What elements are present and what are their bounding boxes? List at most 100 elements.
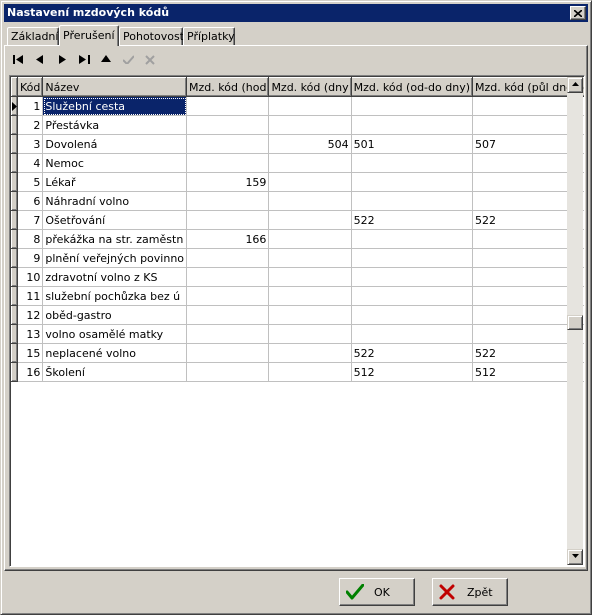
cell-hod[interactable] [186,115,270,135]
cell-od-do[interactable]: 522 [351,210,474,230]
column-header-dny[interactable]: Mzd. kód (dny [268,77,352,97]
cell-dny[interactable] [268,343,352,363]
cell-hod[interactable]: 159 [186,172,270,192]
cell-kod[interactable]: 3 [17,134,44,154]
cell-nazev[interactable]: plnění veřejných povinno [42,248,188,268]
cell-dny[interactable] [268,248,352,268]
scroll-up-button[interactable] [567,77,583,93]
cell-kod[interactable]: 8 [17,229,44,249]
table-row[interactable]: 12 oběd-gastro [11,305,584,325]
table-row[interactable]: 10 zdravotní volno z KS [11,267,584,287]
cell-nazev[interactable]: zdravotní volno z KS [42,267,188,287]
table-row[interactable]: 11 služební pochůzka bez ú [11,286,584,306]
cell-nazev[interactable]: oběd-gastro [42,305,188,325]
title-bar[interactable]: Nastavení mzdových kódů [4,4,588,22]
cell-hod[interactable] [186,153,270,173]
cell-kod[interactable]: 6 [17,191,44,211]
cell-dny[interactable] [268,172,352,192]
cell-hod[interactable] [186,96,270,116]
column-header-kod[interactable]: Kód [16,77,44,97]
cell-hod[interactable]: 166 [186,229,270,249]
cell-hod[interactable] [186,248,270,268]
cell-nazev[interactable]: Lékař [42,172,188,192]
cell-nazev[interactable]: neplacené volno [42,343,188,363]
cell-kod[interactable]: 4 [17,153,44,173]
cell-nazev[interactable]: Školení [42,362,188,382]
first-record-button[interactable] [7,50,29,70]
cell-od-do[interactable]: 512 [351,362,474,382]
cell-nazev[interactable]: Nemoc [42,153,188,173]
cell-od-do[interactable] [351,267,474,287]
cell-nazev[interactable]: Náhradní volno [42,191,188,211]
cell-kod[interactable]: 11 [17,286,44,306]
table-row[interactable]: 2 Přestávka [11,115,584,135]
cell-hod[interactable] [186,267,270,287]
cell-dny[interactable] [268,267,352,287]
scroll-down-button[interactable] [567,549,583,565]
tab-preruseni[interactable]: Přerušení [59,25,119,46]
cell-od-do[interactable] [351,229,474,249]
cell-dny[interactable] [268,362,352,382]
table-row[interactable]: 9 plnění veřejných povinno [11,248,584,268]
cell-od-do[interactable] [351,153,474,173]
table-row[interactable]: 5 Lékař 159 [11,172,584,192]
cell-od-do[interactable] [351,115,474,135]
table-row[interactable]: 8 překážka na str. zaměstn 166 [11,229,584,249]
column-header-nazev[interactable]: Název [42,77,188,97]
cell-kod[interactable]: 10 [17,267,44,287]
tab-priplatky[interactable]: Příplatky [183,27,235,45]
cell-od-do[interactable] [351,172,474,192]
cell-kod[interactable]: 9 [17,248,44,268]
close-button[interactable] [570,6,586,20]
cell-od-do[interactable] [351,286,474,306]
cell-dny[interactable] [268,324,352,344]
cell-od-do[interactable]: 522 [351,343,474,363]
cell-nazev[interactable]: Služební cesta [42,96,188,116]
cell-kod[interactable]: 15 [17,343,44,363]
cell-hod[interactable] [186,343,270,363]
next-record-button[interactable] [51,50,73,70]
table-row[interactable]: 15 neplacené volno 522 522 [11,343,584,363]
data-grid[interactable]: Kód Název Mzd. kód (hod Mzd. kód (dny Mz… [9,75,585,567]
cell-dny[interactable]: 504 [268,134,352,154]
back-button[interactable]: Zpět [432,578,508,606]
cell-hod[interactable] [186,134,270,154]
cell-dny[interactable] [268,191,352,211]
cell-kod[interactable]: 2 [17,115,44,135]
table-row[interactable]: 6 Náhradní volno [11,191,584,211]
table-row[interactable]: 3 Dovolená 504 501 507 [11,134,584,154]
prior-record-button[interactable] [29,50,51,70]
cell-nazev[interactable]: služební pochůzka bez ú [42,286,188,306]
table-row[interactable]: 1 Služební cesta [11,96,584,116]
cell-dny[interactable] [268,115,352,135]
cancel-record-button[interactable] [139,50,161,70]
scroll-thumb[interactable] [567,315,583,330]
cell-dny[interactable] [268,153,352,173]
cell-hod[interactable] [186,362,270,382]
cell-nazev[interactable]: Přestávka [42,115,188,135]
table-row[interactable]: 4 Nemoc [11,153,584,173]
cell-kod[interactable]: 1 [17,96,44,116]
last-record-button[interactable] [73,50,95,70]
ok-button[interactable]: OK [339,578,415,606]
cell-hod[interactable] [186,191,270,211]
cell-kod[interactable]: 12 [17,305,44,325]
post-record-button[interactable] [117,50,139,70]
column-header-od-do[interactable]: Mzd. kód (od-do dny) [350,77,474,97]
cell-od-do[interactable] [351,248,474,268]
cell-kod[interactable]: 16 [17,362,44,382]
tab-pohotovost[interactable]: Pohotovost [119,27,184,45]
cell-od-do[interactable] [351,324,474,344]
cell-kod[interactable]: 7 [17,210,44,230]
cell-hod[interactable] [186,210,270,230]
insert-record-button[interactable] [95,50,117,70]
cell-dny[interactable] [268,286,352,306]
cell-kod[interactable]: 5 [17,172,44,192]
table-row[interactable]: 7 Ošetřování 522 522 [11,210,584,230]
cell-dny[interactable] [268,305,352,325]
column-header-hod[interactable]: Mzd. kód (hod [186,77,270,97]
cell-hod[interactable] [186,286,270,306]
table-row[interactable]: 13 volno osamělé matky [11,324,584,344]
cell-nazev[interactable]: Ošetřování [42,210,188,230]
tab-zakladni[interactable]: Základní [7,27,59,45]
